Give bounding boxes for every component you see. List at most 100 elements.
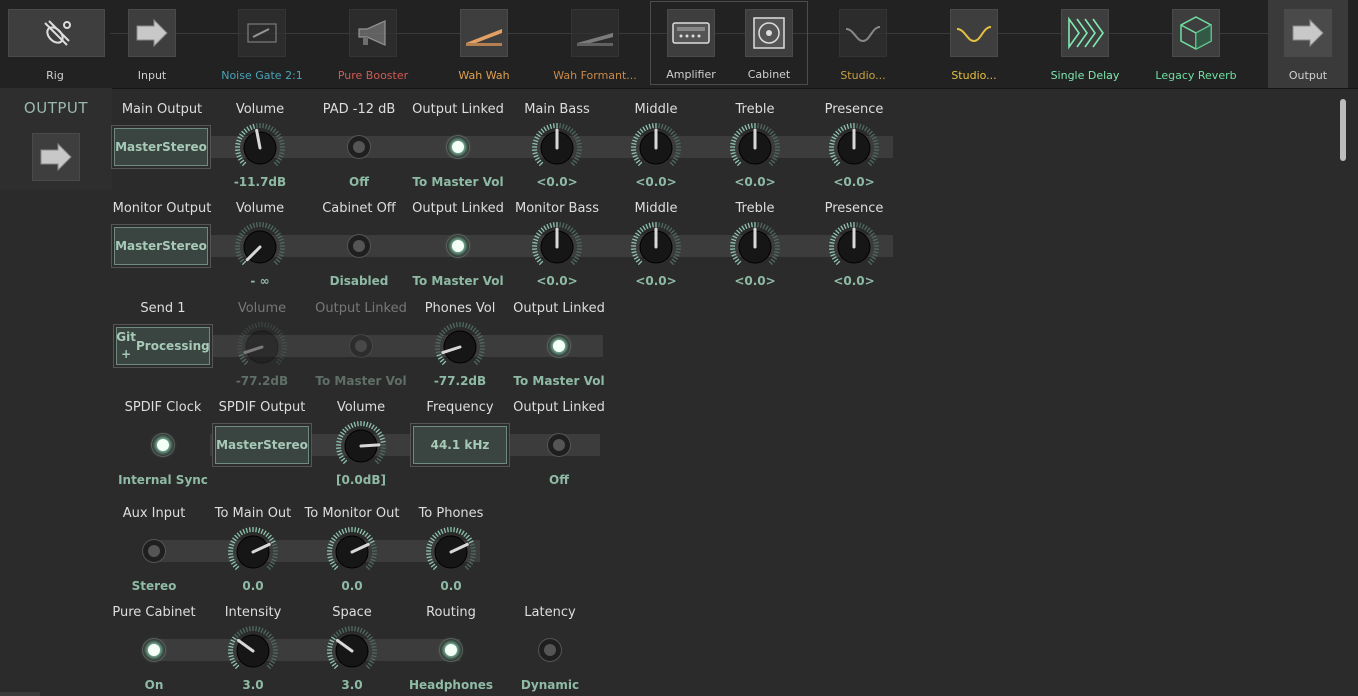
volume-label: Volume [235, 201, 285, 216]
middle-value: <0.0> [635, 274, 677, 288]
to-main-out-knob[interactable] [227, 526, 279, 578]
treble-value: <0.0> [734, 274, 776, 288]
side-title: OUTPUT [23, 99, 89, 117]
latency-value: Dynamic [520, 678, 580, 692]
pure-cabinet-toggle[interactable] [143, 639, 165, 661]
middle-knob[interactable] [630, 221, 682, 273]
presence-knob[interactable] [828, 221, 880, 273]
send1-selector[interactable]: Git + Processing [116, 327, 210, 365]
guitar-off-icon [8, 9, 105, 57]
chain-slot-single-delay[interactable]: Single Delay [1030, 0, 1140, 88]
chain-slot-legacy-reverb[interactable]: Legacy Reverb [1141, 0, 1251, 88]
monitor-bass-label: Monitor Bass [515, 201, 599, 216]
send1-volume-knob[interactable] [236, 321, 288, 373]
middle-label: Middle [634, 201, 678, 216]
cabinet-off-label: Cabinet Off [322, 201, 396, 216]
to-monitor-out-knob[interactable] [326, 526, 378, 578]
main-volume-knob[interactable] [234, 122, 286, 174]
row-strip [160, 639, 460, 661]
output-linked-label: Output Linked [513, 301, 605, 316]
output-linked-toggle[interactable] [447, 136, 469, 158]
aux-input-toggle[interactable] [143, 540, 165, 562]
aux-input-value: Stereo [131, 579, 177, 593]
signal-chain: Rig Input Noise Gate 2:1 Pure Booster Wa… [0, 0, 1358, 89]
spdif-volume-knob[interactable] [335, 420, 387, 472]
eq-curve-icon [839, 9, 887, 57]
frequency-selector[interactable]: 44.1 kHz [413, 426, 507, 464]
latency-toggle[interactable] [539, 639, 561, 661]
presence-label: Presence [824, 102, 884, 117]
spdif-clock-label: SPDIF Clock [124, 400, 202, 415]
output-linked-toggle[interactable] [350, 335, 372, 357]
spdif-clock-value: Internal Sync [118, 473, 208, 487]
phones-volume-knob[interactable] [434, 321, 486, 373]
output-linked-label: Output Linked [513, 400, 605, 415]
space-knob[interactable] [326, 625, 378, 677]
chain-slot-wah-wah[interactable]: Wah Wah [429, 0, 539, 88]
monitor-bass-value: <0.0> [536, 274, 578, 288]
main-bass-label: Main Bass [524, 102, 590, 117]
chain-label: Legacy Reverb [1155, 69, 1237, 82]
arrow-right-icon [32, 133, 80, 181]
chain-slot-rig[interactable]: Rig [0, 0, 110, 88]
main-output-selector[interactable]: Master Stereo [114, 128, 208, 166]
chain-label: Noise Gate 2:1 [221, 69, 303, 82]
to-main-out-value: 0.0 [242, 579, 264, 593]
intensity-knob[interactable] [227, 625, 279, 677]
to-phones-knob[interactable] [425, 526, 477, 578]
arrow-right-icon [1284, 9, 1332, 57]
spdif-output-selector[interactable]: Master Stereo [215, 426, 309, 464]
main-bass-knob[interactable] [531, 122, 583, 174]
chain-slot-wah-formant[interactable]: Wah Formant... [540, 0, 650, 88]
frequency-label: Frequency [426, 400, 494, 415]
scrollbar-thumb[interactable] [1340, 99, 1346, 161]
edge-tab [0, 692, 40, 696]
presence-knob[interactable] [828, 122, 880, 174]
pedal-icon [460, 9, 508, 57]
chain-slot-studio-eq-2[interactable]: Studio... [919, 0, 1029, 88]
chain-label: Rig [46, 69, 64, 82]
phones-volume-value: -77.2dB [433, 374, 487, 388]
spdif-output-label: SPDIF Output [218, 400, 306, 415]
chain-label: Single Delay [1050, 69, 1120, 82]
chain-slot-output[interactable]: Output [1268, 0, 1348, 88]
output-linked-toggle[interactable] [447, 235, 469, 257]
treble-value: <0.0> [734, 175, 776, 189]
chain-slot-studio-eq-1[interactable]: Studio... [808, 0, 918, 88]
middle-value: <0.0> [635, 175, 677, 189]
routing-toggle[interactable] [440, 639, 462, 661]
intensity-value: 3.0 [242, 678, 264, 692]
treble-knob[interactable] [729, 221, 781, 273]
spdif-output-linked-toggle[interactable] [548, 434, 570, 456]
cube-icon [1172, 9, 1220, 57]
amplifier-icon [667, 9, 715, 57]
main-bass-value: <0.0> [536, 175, 578, 189]
pure-cabinet-label: Pure Cabinet [112, 605, 196, 620]
aux-input-label: Aux Input [122, 506, 186, 521]
monitor-output-label: Monitor Output [112, 201, 212, 216]
to-monitor-out-label: To Monitor Out [304, 506, 400, 521]
monitor-output-selector[interactable]: Master Stereo [114, 227, 208, 265]
to-main-out-label: To Main Out [214, 506, 292, 521]
chain-label: Wah Wah [458, 69, 510, 82]
presence-value: <0.0> [833, 274, 875, 288]
latency-label: Latency [524, 605, 576, 620]
chain-slot-pure-booster[interactable]: Pure Booster [318, 0, 428, 88]
middle-knob[interactable] [630, 122, 682, 174]
chain-slot-input[interactable]: Input [97, 0, 207, 88]
monitor-volume-knob[interactable] [234, 221, 286, 273]
pad-toggle[interactable] [348, 136, 370, 158]
presence-label: Presence [824, 201, 884, 216]
spdif-volume-value: [0.0dB] [336, 473, 386, 487]
spdif-clock-toggle[interactable] [152, 434, 174, 456]
monitor-bass-knob[interactable] [531, 221, 583, 273]
chain-label: Pure Booster [337, 69, 409, 82]
routing-label: Routing [426, 605, 476, 620]
chain-label: Wah Formant... [553, 69, 637, 82]
treble-knob[interactable] [729, 122, 781, 174]
cabinet-off-toggle[interactable] [348, 235, 370, 257]
phones-output-linked-toggle[interactable] [548, 335, 570, 357]
megaphone-icon [349, 9, 397, 57]
space-value: 3.0 [341, 678, 363, 692]
chain-slot-noise-gate[interactable]: Noise Gate 2:1 [207, 0, 317, 88]
